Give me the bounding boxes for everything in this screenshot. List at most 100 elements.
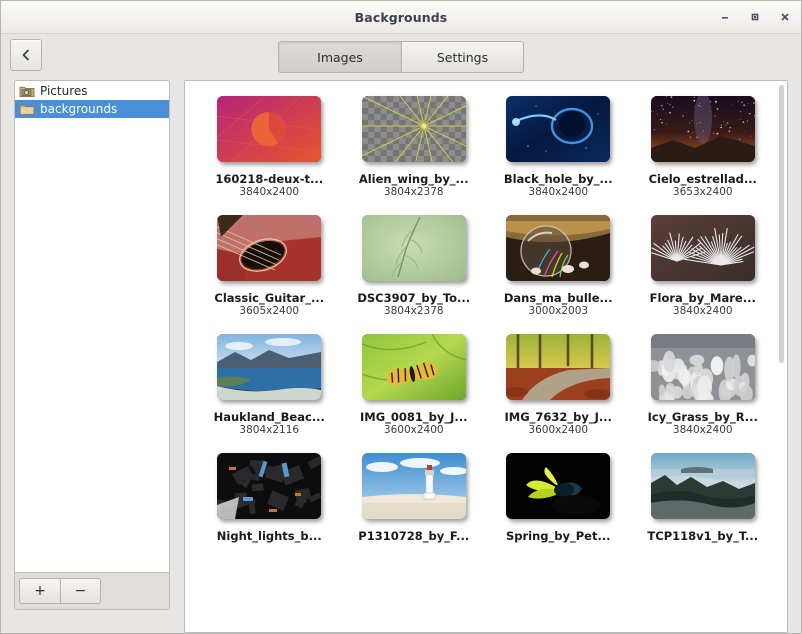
- tab-settings[interactable]: Settings: [401, 41, 524, 73]
- sidebar-item-pictures[interactable]: Pictures: [15, 82, 169, 100]
- thumbnail-autumn-path[interactable]: [506, 334, 610, 400]
- tab-images[interactable]: Images: [278, 41, 401, 73]
- folder-icon: [19, 102, 35, 116]
- remove-folder-button[interactable]: −: [60, 578, 101, 604]
- thumbnail-wrapper: [211, 448, 327, 524]
- thumbnail-wrapper: [356, 91, 472, 167]
- thumbnail-wrapper: [500, 91, 616, 167]
- thumbnail-wrapper: [645, 329, 761, 405]
- thumbnail-butterfly[interactable]: [362, 334, 466, 400]
- main-body: Pictures backgrounds + − 160218-deux-t..…: [1, 80, 801, 633]
- gallery-item[interactable]: P1310728_by_F...: [342, 448, 487, 543]
- tab-settings-label: Settings: [437, 50, 488, 65]
- thumbnail-wrapper: [645, 210, 761, 286]
- vertical-scrollbar[interactable]: [779, 85, 784, 363]
- gallery-item-dimensions: 3600x2400: [384, 424, 444, 436]
- tab-images-label: Images: [317, 50, 363, 65]
- gallery-item-name: 160218-deux-t...: [215, 173, 323, 186]
- gallery-item-name: Flora_by_Mare...: [650, 292, 756, 305]
- gallery-item-name: Black_hole_by_...: [504, 173, 613, 186]
- maximize-icon[interactable]: [747, 9, 763, 25]
- gallery-item-dimensions: 3804x2378: [384, 305, 444, 317]
- gallery-item-name: TCP118v1_by_T...: [647, 530, 758, 543]
- thumbnail-guitar[interactable]: [217, 215, 321, 281]
- thumbnail-lighthouse[interactable]: [362, 453, 466, 519]
- gallery-item-dimensions: 3840x2400: [673, 424, 733, 436]
- window-controls: [717, 1, 793, 33]
- minimize-icon[interactable]: [717, 9, 733, 25]
- sidebar-footer: + −: [15, 573, 169, 609]
- gallery-item[interactable]: Dans_ma_bulle... 3000x2003: [486, 210, 631, 317]
- gallery-item[interactable]: IMG_0081_by_J... 3600x2400: [342, 329, 487, 436]
- close-icon[interactable]: [777, 9, 793, 25]
- gallery-item-dimensions: 3840x2400: [673, 305, 733, 317]
- gallery-item[interactable]: Classic_Guitar_... 3605x2400: [197, 210, 342, 317]
- sidebar-item-pictures-label: Pictures: [40, 84, 88, 98]
- gallery-item-dimensions: 3840x2400: [528, 186, 588, 198]
- gallery-item-dimensions: 3600x2400: [528, 424, 588, 436]
- thumbnail-wrapper: [211, 329, 327, 405]
- thumbnail-wrapper: [211, 210, 327, 286]
- thumbnail-alien-wing[interactable]: [362, 96, 466, 162]
- add-folder-button[interactable]: +: [19, 578, 60, 604]
- sidebar-item-backgrounds-label: backgrounds: [40, 102, 117, 116]
- thumbnail-starry-sky[interactable]: [651, 96, 755, 162]
- gallery-item-name: Dans_ma_bulle...: [504, 292, 613, 305]
- thumbnail-ubuntu-gradient[interactable]: [217, 96, 321, 162]
- thumbnail-night-lights[interactable]: [217, 453, 321, 519]
- gallery-item[interactable]: Haukland_Beac... 3804x2116: [197, 329, 342, 436]
- gallery-item[interactable]: Black_hole_by_... 3840x2400: [486, 91, 631, 198]
- thumbnail-green-plant[interactable]: [362, 215, 466, 281]
- gallery-item[interactable]: Spring_by_Pet...: [486, 448, 631, 543]
- thumbnail-frost-flora[interactable]: [651, 215, 755, 281]
- pictures-folder-icon: [19, 84, 35, 98]
- add-folder-label: +: [34, 583, 46, 599]
- gallery-item-name: IMG_7632_by_J...: [504, 411, 612, 424]
- thumbnail-misty-forest[interactable]: [651, 453, 755, 519]
- gallery-item[interactable]: DSC3907_by_To... 3804x2378: [342, 210, 487, 317]
- gallery-item[interactable]: Flora_by_Mare... 3840x2400: [631, 210, 776, 317]
- add-remove-buttons: + −: [19, 578, 101, 604]
- gallery-item-dimensions: 3000x2003: [528, 305, 588, 317]
- gallery-item[interactable]: Night_lights_b...: [197, 448, 342, 543]
- thumbnail-wrapper: [356, 448, 472, 524]
- thumbnail-icy-grass[interactable]: [651, 334, 755, 400]
- gallery-item-name: Spring_by_Pet...: [506, 530, 611, 543]
- gallery-item[interactable]: IMG_7632_by_J... 3600x2400: [486, 329, 631, 436]
- gallery-item[interactable]: Alien_wing_by_... 3804x2378: [342, 91, 487, 198]
- thumbnail-black-hole[interactable]: [506, 96, 610, 162]
- thumbnail-wrapper: [356, 329, 472, 405]
- gallery-panel[interactable]: 160218-deux-t... 3840x2400 Alien_wing_by_.…: [184, 80, 788, 633]
- gallery-item-name: Classic_Guitar_...: [214, 292, 324, 305]
- gallery-grid: 160218-deux-t... 3840x2400 Alien_wing_by_.…: [185, 81, 787, 543]
- sidebar-item-backgrounds[interactable]: backgrounds: [15, 100, 169, 118]
- gallery-item-dimensions: 3804x2116: [239, 424, 299, 436]
- thumbnail-wrapper: [356, 210, 472, 286]
- thumbnail-beach[interactable]: [217, 334, 321, 400]
- gallery-item-name: IMG_0081_by_J...: [360, 411, 468, 424]
- gallery-item-dimensions: 3840x2400: [239, 186, 299, 198]
- chevron-left-icon: [19, 48, 33, 62]
- window-title: Backgrounds: [355, 10, 448, 25]
- backgrounds-window: Backgrounds Images Settings Pictures bac…: [0, 0, 802, 634]
- thumbnail-wrapper: [645, 448, 761, 524]
- gallery-item-name: Night_lights_b...: [217, 530, 322, 543]
- gallery-item-name: DSC3907_by_To...: [357, 292, 470, 305]
- gallery-item-dimensions: 3605x2400: [239, 305, 299, 317]
- thumbnail-wrapper: [500, 448, 616, 524]
- gallery-item-name: Alien_wing_by_...: [359, 173, 469, 186]
- gallery-item[interactable]: Icy_Grass_by_R... 3840x2400: [631, 329, 776, 436]
- sidebar: Pictures backgrounds + −: [14, 80, 170, 610]
- gallery-item-name: Icy_Grass_by_R...: [648, 411, 758, 424]
- gallery-item[interactable]: TCP118v1_by_T...: [631, 448, 776, 543]
- thumbnail-wrapper: [500, 210, 616, 286]
- gallery-item[interactable]: 160218-deux-t... 3840x2400: [197, 91, 342, 198]
- thumbnail-bubble[interactable]: [506, 215, 610, 281]
- thumbnail-wrapper: [500, 329, 616, 405]
- thumbnail-wrapper: [211, 91, 327, 167]
- back-button[interactable]: [10, 39, 42, 71]
- gallery-item[interactable]: Cielo_estrellad... 3653x2400: [631, 91, 776, 198]
- thumbnail-spring-flower[interactable]: [506, 453, 610, 519]
- gallery-item-name: P1310728_by_F...: [358, 530, 469, 543]
- folder-list[interactable]: Pictures backgrounds: [15, 81, 169, 573]
